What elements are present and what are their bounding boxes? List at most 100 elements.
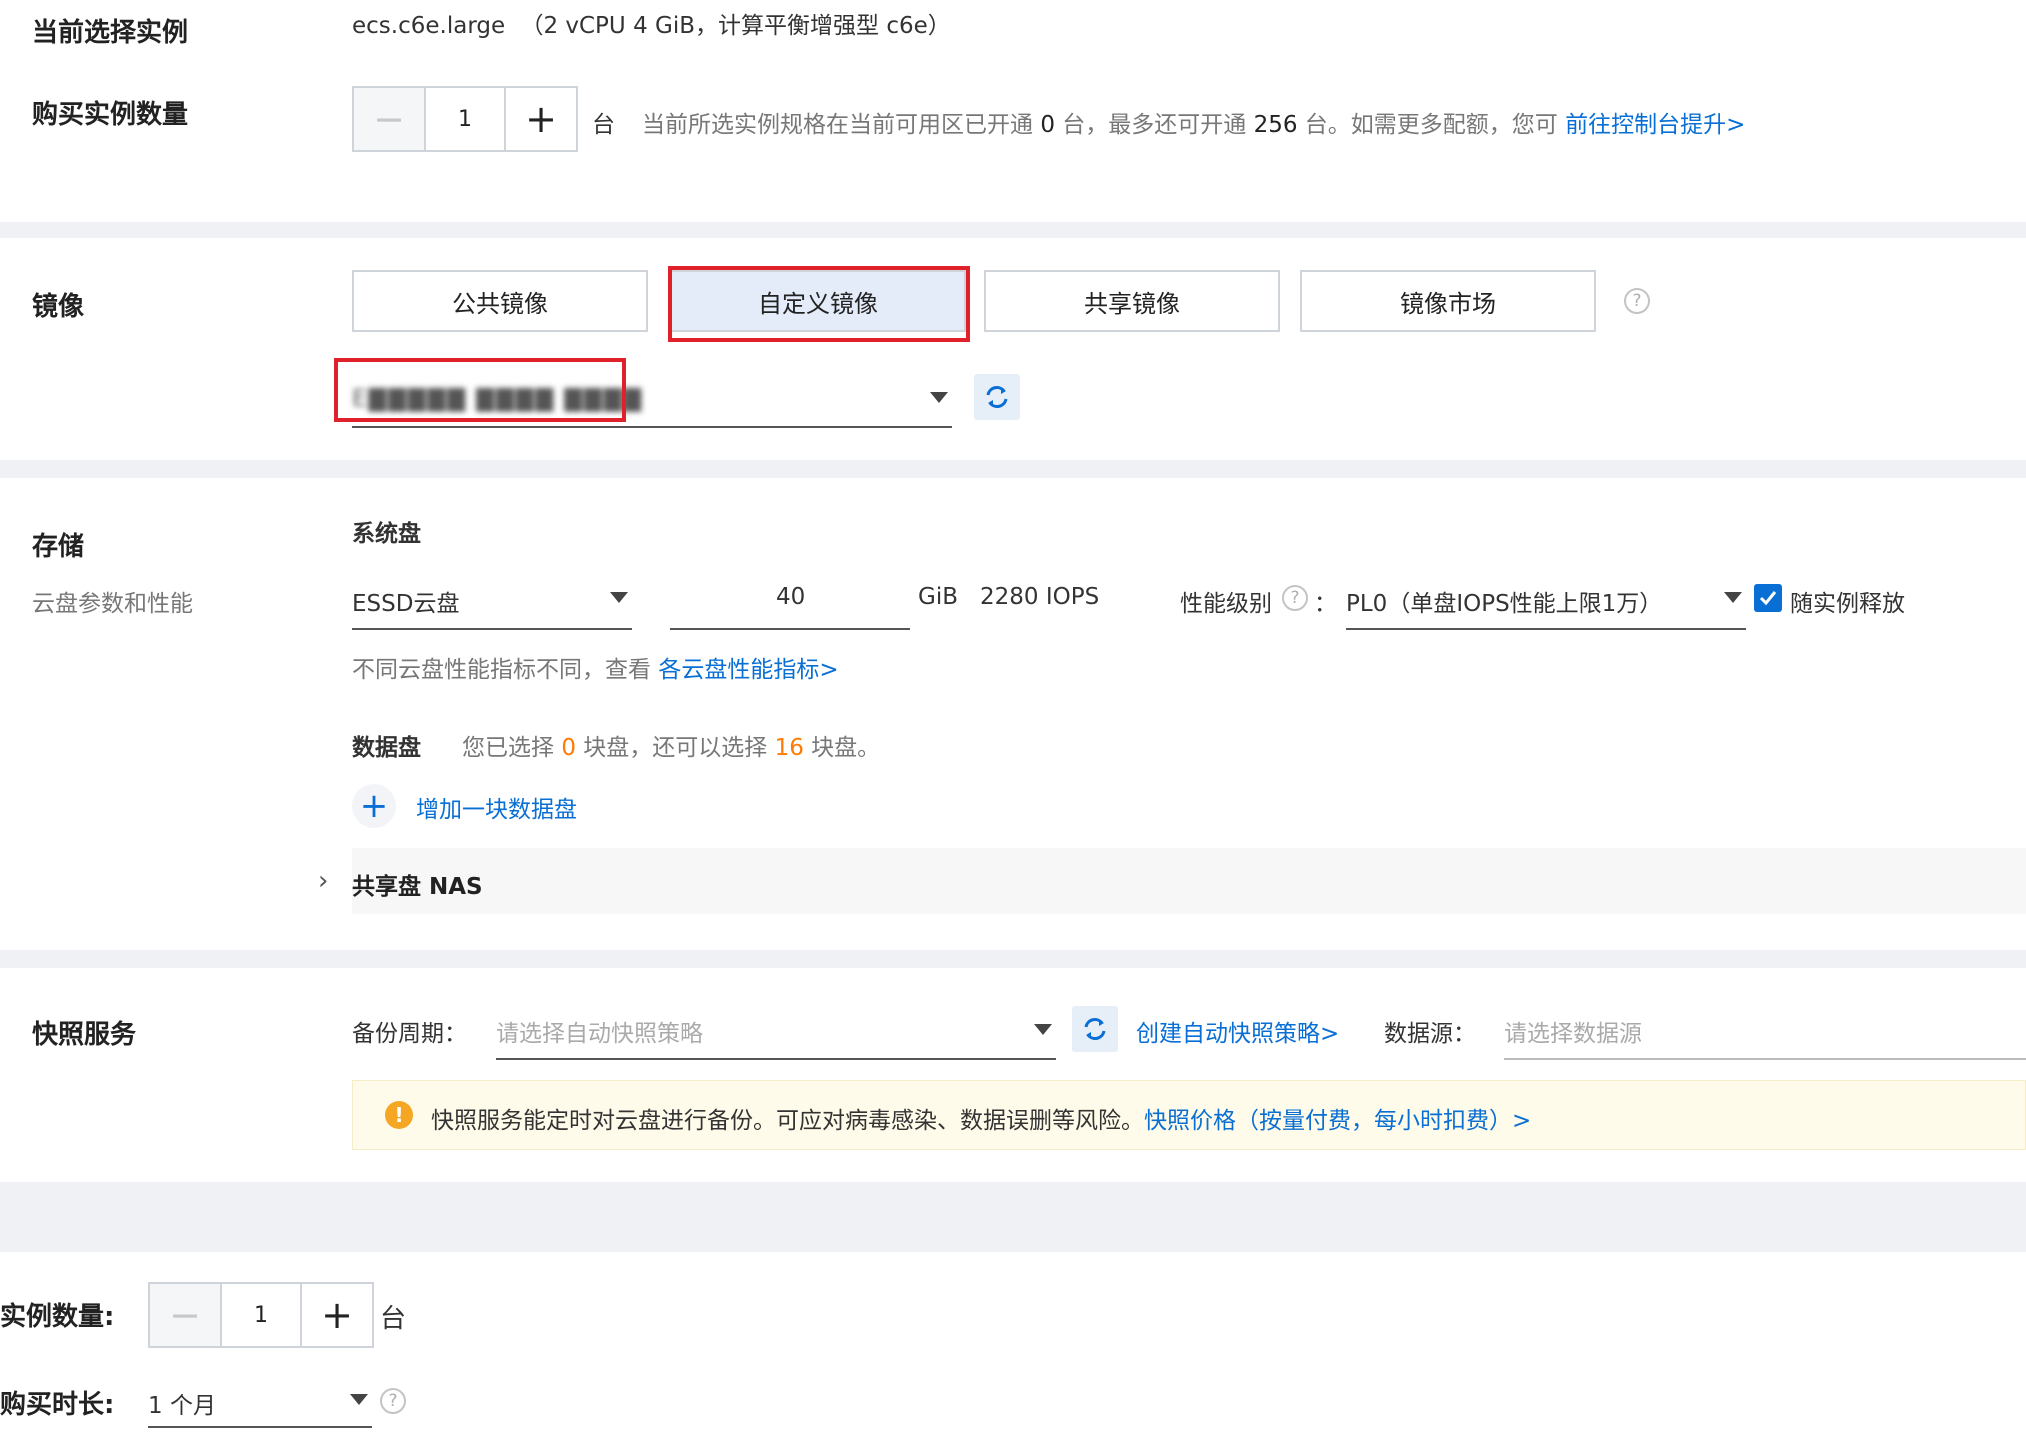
decrement-button[interactable]: −: [354, 88, 426, 150]
duration-value: 1 个月: [148, 1393, 216, 1419]
perf-level-value: PL0（单盘IOPS性能上限1万）: [1346, 591, 1663, 617]
footer-count-unit: 台: [380, 1304, 407, 1334]
release-checkbox[interactable]: [1754, 584, 1782, 612]
data-disk-hint-text: 块盘。: [811, 735, 881, 761]
section-divider: [0, 1182, 2026, 1252]
image-select-underline: [352, 426, 952, 428]
help-icon[interactable]: ?: [380, 1388, 406, 1414]
chevron-down-icon[interactable]: [350, 1394, 368, 1405]
quota-hint-text: 台，最多还可开通: [1062, 112, 1247, 138]
data-source-underline: [1504, 1058, 2026, 1060]
data-disk-title: 数据盘: [352, 735, 421, 761]
highlight-box: [668, 266, 970, 342]
footer-duration-label: 购买时长:: [0, 1390, 115, 1420]
footer-count-label: 实例数量:: [0, 1302, 115, 1332]
chevron-down-icon[interactable]: [930, 392, 948, 403]
refresh-button[interactable]: [1072, 1006, 1118, 1052]
snapshot-label: 快照服务: [32, 1020, 137, 1050]
warning-icon: !: [385, 1101, 413, 1129]
section-divider: [0, 950, 2026, 968]
instance-spec-name: ecs.c6e.large: [352, 13, 506, 39]
quota-open-count: 0: [1040, 112, 1055, 138]
backup-policy-underline: [496, 1058, 1056, 1060]
highlight-box: [334, 358, 626, 422]
refresh-button[interactable]: [974, 374, 1020, 420]
data-disk-hint-text: 块盘，还可以选择: [583, 735, 768, 761]
storage-sublabel: 云盘参数和性能: [32, 591, 193, 617]
disk-size-underline: [670, 628, 910, 630]
instance-spec-desc: （2 vCPU 4 GiB，计算平衡增强型 c6e）: [520, 13, 951, 39]
purchase-count-stepper: − 1 +: [352, 86, 578, 152]
footer-count-stepper: − 1 +: [148, 1282, 374, 1348]
current-instance-label: 当前选择实例: [32, 18, 189, 48]
nas-label: 共享盘 NAS: [352, 874, 483, 900]
chevron-down-icon[interactable]: [1034, 1024, 1052, 1035]
duration-select[interactable]: 1 个月: [148, 1376, 372, 1426]
snapshot-notice-message: 快照服务能定时对云盘进行备份。可应对病毒感染、数据误删等风险。: [431, 1108, 1144, 1134]
disk-iops: 2280 IOPS: [980, 584, 1100, 610]
release-label: 随实例释放: [1790, 591, 1905, 617]
system-disk-title: 系统盘: [352, 521, 421, 547]
perf-hint-text: 不同云盘性能指标不同，查看: [352, 657, 651, 683]
perf-level-underline: [1346, 628, 1746, 630]
image-label: 镜像: [32, 292, 85, 322]
perf-metrics-link[interactable]: 各云盘性能指标>: [658, 657, 838, 683]
increment-button[interactable]: +: [504, 88, 576, 150]
backup-cycle-label: 备份周期：: [352, 1021, 467, 1047]
duration-underline: [148, 1426, 372, 1428]
quota-hint-text: 台。如需更多配额，您可: [1304, 112, 1558, 138]
tab-image-market[interactable]: 镜像市场: [1300, 270, 1596, 332]
footer-count-input[interactable]: 1: [222, 1284, 300, 1346]
add-data-disk-button[interactable]: + 增加一块数据盘: [352, 784, 652, 828]
storage-label: 存储: [32, 532, 85, 562]
chevron-down-icon[interactable]: [610, 592, 628, 603]
perf-hint: 不同云盘性能指标不同，查看 各云盘性能指标>: [352, 650, 839, 684]
nas-row[interactable]: [352, 848, 2026, 914]
purchase-count-input[interactable]: 1: [426, 88, 504, 150]
tab-shared-image[interactable]: 共享镜像: [984, 270, 1280, 332]
instance-spec: ecs.c6e.large （2 vCPU 4 GiB，计算平衡增强型 c6e）: [352, 6, 951, 40]
perf-level-label: 性能级别: [1180, 591, 1272, 617]
backup-policy-placeholder: 请选择自动快照策略: [496, 1021, 703, 1047]
disk-size-value: 40: [776, 584, 806, 610]
chevron-right-icon[interactable]: ›: [318, 866, 328, 896]
data-disk-hint: 您已选择 0 块盘，还可以选择 16 块盘。: [462, 728, 880, 762]
add-data-disk-label: 增加一块数据盘: [416, 797, 577, 823]
purchase-count-label: 购买实例数量: [32, 100, 189, 130]
data-disk-selected-count: 0: [561, 735, 576, 761]
backup-policy-select[interactable]: 请选择自动快照策略: [496, 1006, 1056, 1058]
refresh-icon: [986, 386, 1008, 408]
quota-max-count: 256: [1253, 112, 1298, 138]
snapshot-notice-text: 快照服务能定时对云盘进行备份。可应对病毒感染、数据误删等风险。快照价格（按量付费…: [431, 1101, 1531, 1135]
data-source-select[interactable]: 请选择数据源: [1504, 1006, 2026, 1058]
section-divider: [0, 222, 2026, 238]
create-snapshot-policy-link[interactable]: 创建自动快照策略>: [1136, 1014, 1339, 1048]
data-source-label: 数据源：: [1384, 1021, 1476, 1047]
perf-level-select[interactable]: PL0（单盘IOPS性能上限1万）: [1346, 578, 1746, 628]
disk-type-select[interactable]: ESSD云盘: [352, 578, 632, 628]
quota-hint: 当前所选实例规格在当前可用区已开通 0 台，最多还可开通 256 台。如需更多配…: [642, 105, 1745, 139]
perf-level-colon: ：: [1314, 591, 1337, 617]
help-icon[interactable]: ?: [1282, 585, 1308, 611]
help-icon[interactable]: ?: [1624, 288, 1650, 314]
section-divider: [0, 460, 2026, 478]
refresh-icon: [1084, 1018, 1106, 1040]
decrement-button[interactable]: −: [150, 1284, 222, 1346]
disk-size-unit: GiB: [918, 584, 958, 610]
tab-public-image[interactable]: 公共镜像: [352, 270, 648, 332]
disk-type-underline: [352, 628, 632, 630]
check-icon: [1759, 591, 1777, 606]
increment-button[interactable]: +: [300, 1284, 372, 1346]
disk-size-input[interactable]: 40: [670, 578, 910, 628]
plus-icon: +: [352, 784, 396, 828]
disk-type-value: ESSD云盘: [352, 591, 460, 617]
purchase-count-unit: 台: [592, 112, 615, 138]
quota-hint-text: 当前所选实例规格在当前可用区已开通: [642, 112, 1033, 138]
snapshot-notice: ! 快照服务能定时对云盘进行备份。可应对病毒感染、数据误删等风险。快照价格（按量…: [352, 1080, 2026, 1150]
quota-increase-link[interactable]: 前往控制台提升>: [1565, 112, 1745, 138]
snapshot-price-link[interactable]: 快照价格（按量付费，每小时扣费）>: [1144, 1108, 1531, 1134]
data-disk-hint-text: 您已选择: [462, 735, 554, 761]
data-source-placeholder: 请选择数据源: [1504, 1021, 1642, 1047]
data-disk-remaining-count: 16: [774, 735, 804, 761]
chevron-down-icon[interactable]: [1724, 592, 1742, 603]
